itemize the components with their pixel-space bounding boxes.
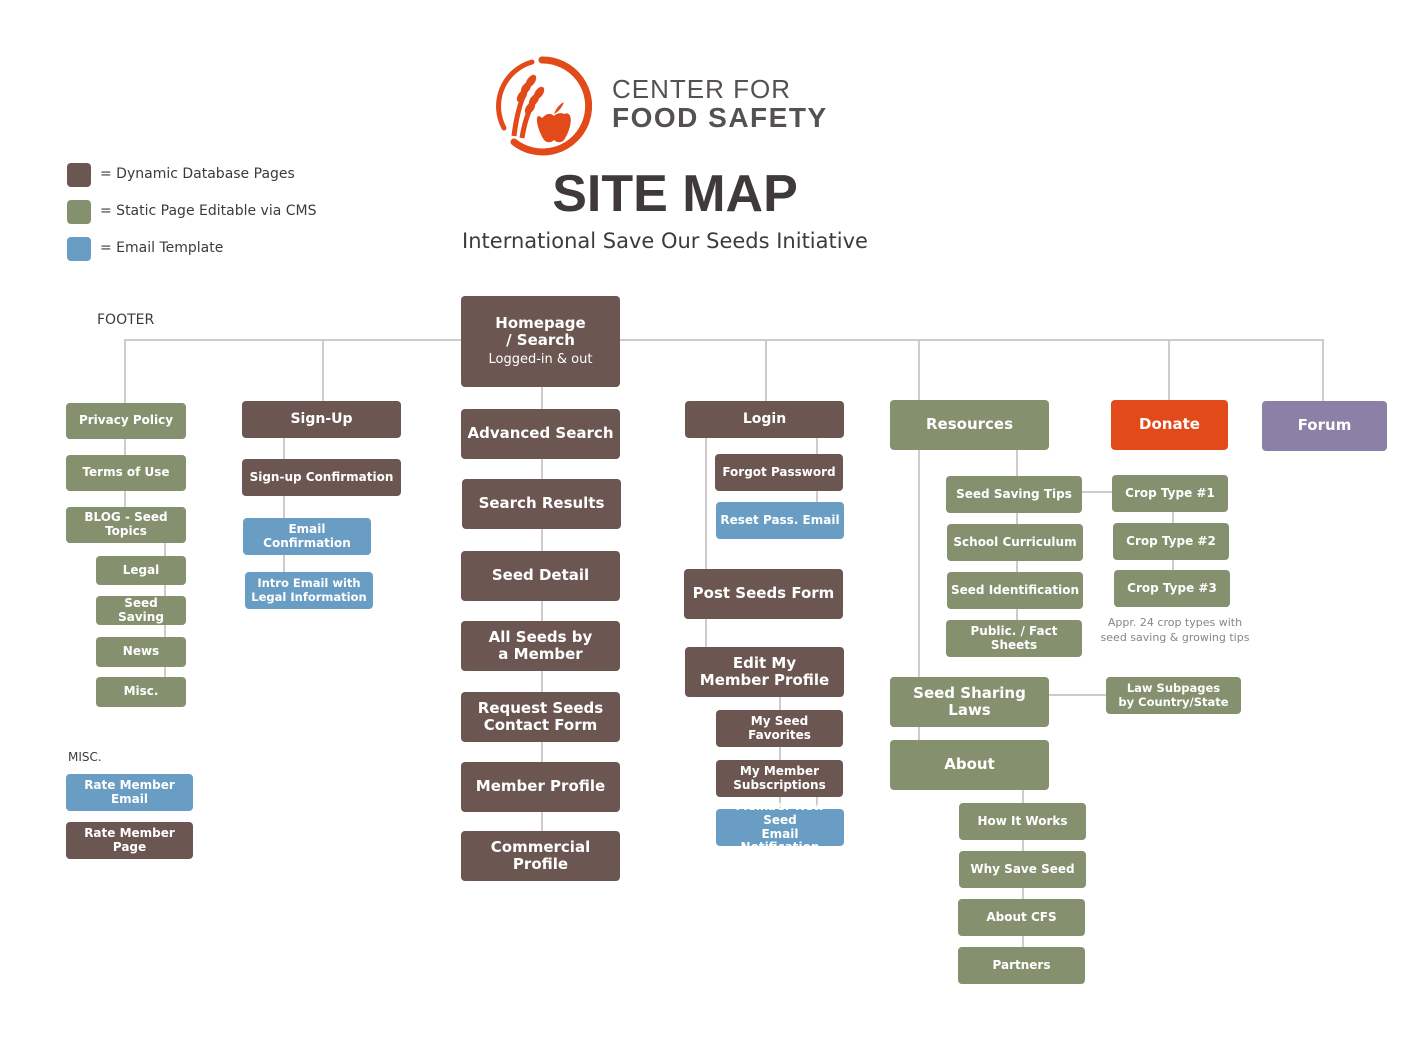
homepage-label: Homepage / Search	[495, 313, 586, 350]
seed-identification[interactable]: Seed Identification	[947, 572, 1083, 609]
edit-my-member-profile[interactable]: Edit My Member Profile	[685, 647, 844, 697]
crop-type-1[interactable]: Crop Type #1	[1112, 475, 1228, 512]
blog-seed-saving[interactable]: Seed Saving	[96, 596, 186, 625]
homepage-sublabel: Logged-in & out	[488, 352, 593, 368]
legend-swatch-static	[67, 200, 91, 224]
about[interactable]: About	[890, 740, 1049, 790]
legend-swatch-dynamic	[67, 163, 91, 187]
advanced-search[interactable]: Advanced Search	[461, 409, 620, 459]
connector	[124, 339, 1324, 341]
member-new-seed-email[interactable]: Member New Seed Email Notification	[716, 799, 844, 854]
intro-email-legal-info[interactable]: Intro Email with Legal Information	[245, 572, 373, 609]
connector	[705, 437, 707, 652]
legend-label-dynamic: = Dynamic Database Pages	[100, 166, 295, 182]
sign-up-confirmation[interactable]: Sign-up Confirmation	[242, 459, 401, 496]
logo-line-1: CENTER FOR	[612, 74, 791, 104]
blog-legal[interactable]: Legal	[96, 556, 186, 585]
all-seeds-by-member[interactable]: All Seeds by a Member	[461, 621, 620, 671]
connector	[1168, 339, 1170, 401]
sign-up[interactable]: Sign-Up	[242, 401, 401, 438]
misc-section-label: MISC.	[68, 750, 102, 764]
wheat-apple-logo-icon	[496, 56, 592, 156]
connector	[918, 339, 920, 401]
blog-news[interactable]: News	[96, 637, 186, 667]
connector	[124, 339, 126, 404]
post-seeds-form[interactable]: Post Seeds Form	[684, 569, 843, 619]
how-it-works[interactable]: How It Works	[959, 803, 1086, 840]
donate[interactable]: Donate	[1111, 400, 1228, 450]
reset-pass-email[interactable]: Reset Pass. Email	[716, 502, 844, 539]
legend-swatch-email	[67, 237, 91, 261]
page-subtitle: International Save Our Seeds Initiative	[462, 229, 868, 253]
connector	[283, 437, 285, 577]
footer-terms-of-use[interactable]: Terms of Use	[66, 455, 186, 491]
crop-type-2[interactable]: Crop Type #2	[1113, 523, 1229, 560]
connector	[1049, 694, 1107, 696]
connector	[765, 339, 767, 402]
legend-label-static: = Static Page Editable via CMS	[100, 203, 317, 219]
my-seed-favorites[interactable]: My Seed Favorites	[716, 710, 843, 747]
cfs-logo: CENTER FOR FOOD SAFETY	[492, 56, 852, 156]
page-title: SITE MAP	[552, 165, 798, 223]
rate-member-email[interactable]: Rate Member Email	[66, 774, 193, 811]
seed-saving-tips[interactable]: Seed Saving Tips	[946, 476, 1082, 513]
search-results[interactable]: Search Results	[462, 479, 621, 529]
member-profile[interactable]: Member Profile	[461, 762, 620, 812]
law-subpages[interactable]: Law Subpages by Country/State	[1106, 677, 1241, 714]
footer-section-label: FOOTER	[97, 312, 155, 328]
email-confirmation[interactable]: Email Confirmation	[243, 518, 371, 555]
blog-misc[interactable]: Misc.	[96, 677, 186, 707]
crop-type-3[interactable]: Crop Type #3	[1114, 570, 1230, 607]
seed-sharing-laws[interactable]: Seed Sharing Laws	[890, 677, 1049, 727]
school-curriculum[interactable]: School Curriculum	[947, 524, 1083, 561]
seed-detail[interactable]: Seed Detail	[461, 551, 620, 601]
commercial-profile[interactable]: Commercial Profile	[461, 831, 620, 881]
legend-label-email: = Email Template	[100, 240, 224, 256]
footer-privacy-policy[interactable]: Privacy Policy	[66, 403, 186, 439]
why-save-seed[interactable]: Why Save Seed	[959, 851, 1086, 888]
resources[interactable]: Resources	[890, 400, 1049, 450]
crop-types-note: Appr. 24 crop types with seed saving & g…	[1100, 616, 1250, 644]
forgot-password[interactable]: Forgot Password	[715, 454, 843, 491]
public-fact-sheets[interactable]: Public. / Fact Sheets	[946, 620, 1082, 657]
my-member-subscriptions[interactable]: My Member Subscriptions	[716, 760, 843, 797]
login[interactable]: Login	[685, 401, 844, 438]
rate-member-page[interactable]: Rate Member Page	[66, 822, 193, 859]
homepage-search[interactable]: Homepage / Search Logged-in & out	[461, 296, 620, 387]
connector	[1322, 339, 1324, 401]
logo-line-2: FOOD SAFETY	[612, 102, 828, 133]
request-seeds-contact-form[interactable]: Request Seeds Contact Form	[461, 692, 620, 742]
connector	[322, 339, 324, 402]
partners[interactable]: Partners	[958, 947, 1085, 984]
about-cfs[interactable]: About CFS	[958, 899, 1085, 936]
footer-blog-seed-topics[interactable]: BLOG - Seed Topics	[66, 507, 186, 543]
forum[interactable]: Forum	[1262, 401, 1387, 451]
